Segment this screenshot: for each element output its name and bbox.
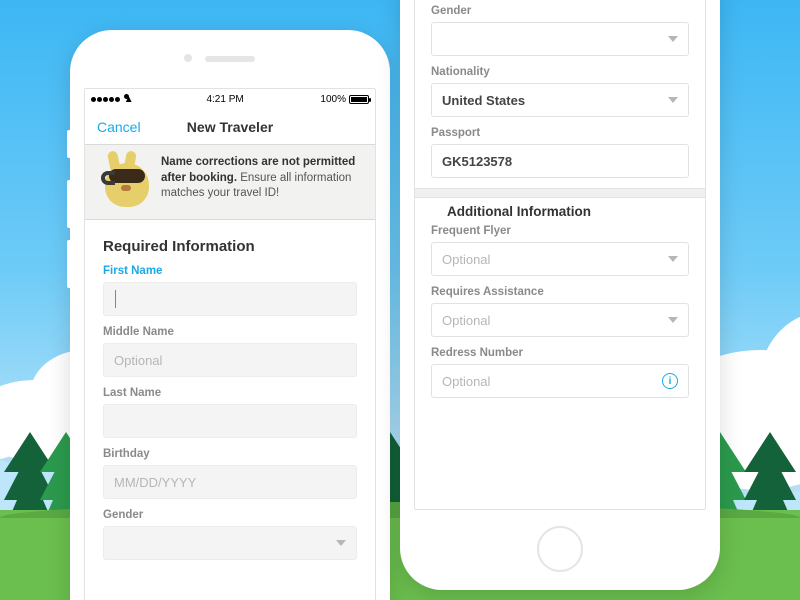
nav-bar: Cancel New Traveler	[85, 109, 375, 145]
chevron-down-icon	[668, 256, 678, 262]
middle-name-label: Middle Name	[103, 326, 357, 338]
frequent-flyer-label: Frequent Flyer	[431, 225, 689, 237]
gender-field: Gender	[103, 509, 357, 560]
assistance-field: Requires Assistance Optional	[431, 286, 689, 337]
nationality-field: Nationality United States	[431, 66, 689, 117]
chevron-down-icon	[336, 540, 346, 546]
status-time: 4:21 PM	[206, 94, 243, 105]
passport-label: Passport	[431, 127, 689, 139]
chevron-down-icon	[668, 97, 678, 103]
gender-select-r[interactable]	[431, 22, 689, 56]
phone-frame-right: Gender Nationality United States Passpor…	[400, 0, 720, 590]
nationality-select[interactable]: United States	[431, 83, 689, 117]
birthday-field: Birthday MM/DD/YYYY	[103, 448, 357, 499]
notice-text: Name corrections are not permitted after…	[161, 155, 363, 209]
wifi-icon: ▲	[124, 94, 129, 99]
chevron-down-icon	[668, 36, 678, 42]
notice-banner: Name corrections are not permitted after…	[85, 145, 375, 220]
passport-field: Passport GK5123578	[431, 127, 689, 178]
gender-label: Gender	[103, 509, 357, 521]
status-bar: ▲ 4:21 PM 100%	[85, 89, 375, 109]
info-icon[interactable]: i	[662, 373, 678, 389]
gender-field-r: Gender	[431, 5, 689, 56]
frequent-flyer-field: Frequent Flyer Optional	[431, 225, 689, 276]
assistance-label: Requires Assistance	[431, 286, 689, 298]
phone-frame-left: ▲ 4:21 PM 100% Cancel New Traveler Name …	[70, 30, 390, 600]
frequent-flyer-select[interactable]: Optional	[431, 242, 689, 276]
birthday-input[interactable]: MM/DD/YYYY	[103, 465, 357, 499]
passport-input[interactable]: GK5123578	[431, 144, 689, 178]
middle-name-input[interactable]: Optional	[103, 343, 357, 377]
gender-label-r: Gender	[431, 5, 689, 17]
last-name-field: Last Name	[103, 387, 357, 438]
battery-pct: 100%	[320, 94, 346, 105]
first-name-label: First Name	[103, 265, 357, 277]
additional-info-heading: Additional Information	[447, 204, 673, 219]
signal-dots-icon: ▲	[91, 94, 130, 105]
section-divider	[415, 188, 705, 198]
assistance-select[interactable]: Optional	[431, 303, 689, 337]
home-button[interactable]	[537, 526, 583, 572]
redress-field: Redress Number Optionali	[431, 347, 689, 398]
last-name-label: Last Name	[103, 387, 357, 399]
chevron-down-icon	[668, 317, 678, 323]
first-name-field: First Name	[103, 265, 357, 316]
mascot-icon	[97, 155, 151, 209]
redress-input[interactable]: Optionali	[431, 364, 689, 398]
battery-icon	[349, 95, 369, 104]
middle-name-field: Middle Name Optional	[103, 326, 357, 377]
redress-label: Redress Number	[431, 347, 689, 359]
first-name-input[interactable]	[103, 282, 357, 316]
page-title: New Traveler	[85, 119, 375, 135]
required-info-heading: Required Information	[103, 238, 357, 255]
nationality-label: Nationality	[431, 66, 689, 78]
last-name-input[interactable]	[103, 404, 357, 438]
birthday-label: Birthday	[103, 448, 357, 460]
gender-select[interactable]	[103, 526, 357, 560]
